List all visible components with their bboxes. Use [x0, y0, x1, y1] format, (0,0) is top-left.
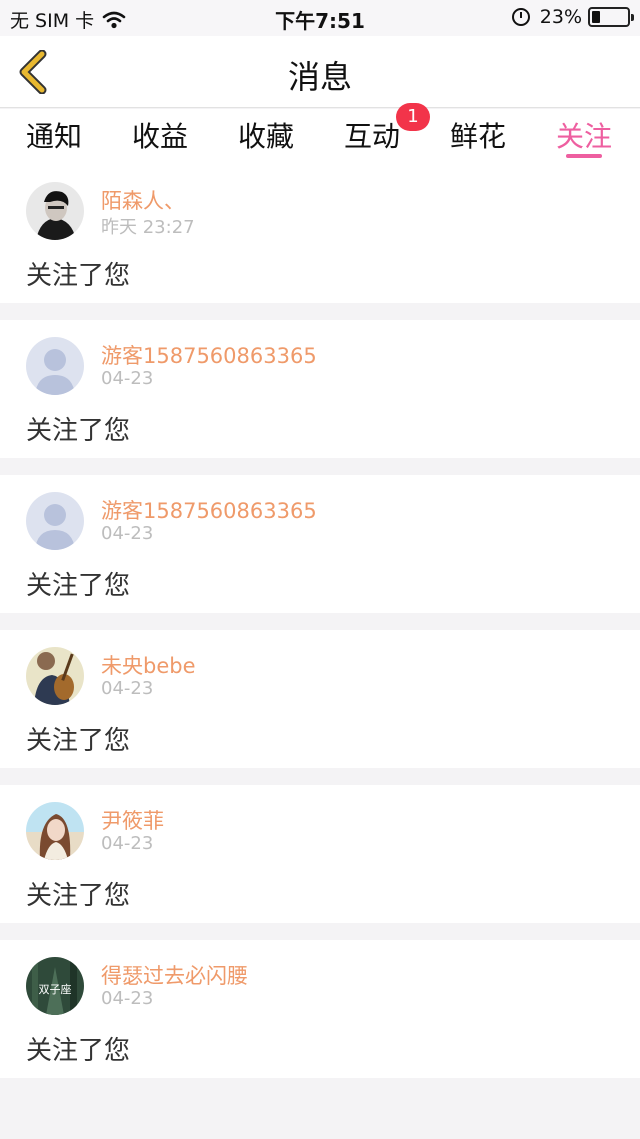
message-text: 关注了您	[26, 881, 131, 911]
list-item[interactable]: 游客1587560863365 04-23 关注了您	[0, 475, 640, 613]
avatar[interactable]	[26, 647, 84, 705]
message-text: 关注了您	[26, 1036, 131, 1066]
avatar[interactable]	[26, 182, 84, 240]
battery-percent: 23%	[539, 6, 582, 28]
user-name[interactable]: 得瑟过去必闪腰	[101, 960, 248, 990]
timestamp: 昨天 23:27	[101, 217, 195, 238]
timestamp: 04-23	[101, 833, 154, 854]
timestamp: 04-23	[101, 523, 154, 544]
timestamp: 04-23	[101, 988, 154, 1009]
list-item[interactable]: 陌森人、 昨天 23:27 关注了您	[0, 165, 640, 303]
list-item[interactable]: 尹筱菲 04-23 关注了您	[0, 785, 640, 923]
battery-icon	[588, 7, 634, 27]
avatar[interactable]	[26, 492, 84, 550]
message-text: 关注了您	[26, 726, 131, 756]
tab-bar: 通知 收益 收藏 互动 1 鲜花 关注	[0, 103, 640, 165]
status-right: 23%	[511, 6, 634, 28]
tab-interaction-label: 互动	[344, 120, 401, 153]
message-text: 关注了您	[26, 571, 131, 601]
user-name[interactable]: 陌森人、	[101, 185, 185, 215]
tab-favorites[interactable]: 收藏	[238, 115, 294, 155]
tab-flowers[interactable]: 鲜花	[450, 115, 506, 155]
timestamp: 04-23	[101, 368, 154, 389]
default-avatar-icon	[26, 492, 84, 550]
timestamp: 04-23	[101, 678, 154, 699]
avatar-photo-guitar	[26, 647, 84, 705]
avatar[interactable]	[26, 802, 84, 860]
user-name[interactable]: 未央bebe	[101, 650, 196, 680]
default-avatar-icon	[26, 337, 84, 395]
avatar[interactable]: 双子座	[26, 957, 84, 1015]
list-item[interactable]: 未央bebe 04-23 关注了您	[0, 630, 640, 768]
unread-badge: 1	[396, 103, 430, 131]
user-name[interactable]: 游客1587560863365	[101, 340, 317, 370]
page-title: 消息	[287, 58, 352, 96]
tab-follow[interactable]: 关注	[556, 115, 612, 155]
user-name[interactable]: 游客1587560863365	[101, 495, 317, 525]
active-tab-indicator	[566, 154, 602, 158]
message-text: 关注了您	[26, 261, 131, 291]
tab-earnings[interactable]: 收益	[132, 115, 188, 155]
message-text: 关注了您	[26, 416, 131, 446]
tab-interaction[interactable]: 互动 1	[344, 103, 430, 155]
list-item[interactable]: 双子座 得瑟过去必闪腰 04-23 关注了您	[0, 940, 640, 1078]
tab-notice[interactable]: 通知	[26, 115, 82, 155]
avatar[interactable]	[26, 337, 84, 395]
user-name[interactable]: 尹筱菲	[101, 805, 164, 835]
list-item[interactable]: 游客1587560863365 04-23 关注了您	[0, 320, 640, 458]
avatar-photo-woman	[26, 802, 84, 860]
status-bar: 无 SIM 卡 下午7:51 23%	[0, 0, 640, 36]
avatar-photo-man	[26, 182, 84, 240]
avatar-photo-gemini: 双子座	[26, 957, 84, 1015]
alarm-icon	[511, 8, 530, 26]
battery-fill	[592, 11, 600, 23]
follow-list: 陌森人、 昨天 23:27 关注了您 游客1587560863365 04-23…	[0, 165, 640, 1095]
avatar-caption: 双子座	[39, 982, 72, 996]
nav-header: 消息	[0, 36, 640, 108]
